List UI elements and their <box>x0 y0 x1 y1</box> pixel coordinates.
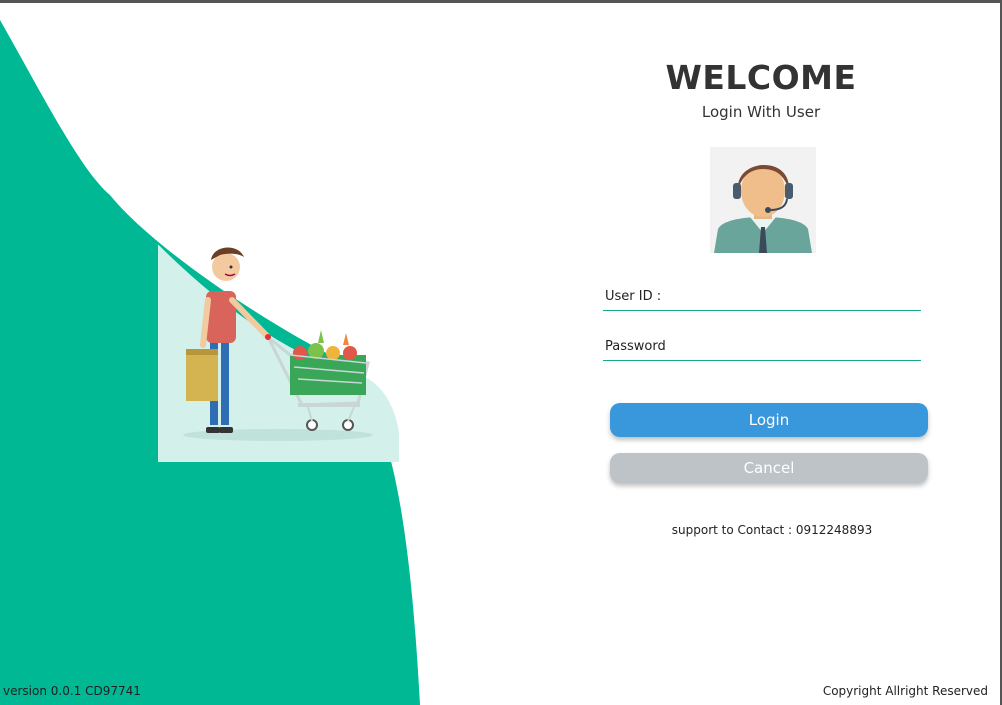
copyright-label: Copyright Allright Reserved <box>822 684 988 698</box>
cancel-button[interactable]: Cancel <box>610 453 928 483</box>
password-input[interactable] <box>673 338 921 360</box>
password-label: Password <box>605 339 666 354</box>
login-button[interactable]: Login <box>610 403 928 437</box>
shopper-illustration <box>158 245 399 462</box>
support-agent-avatar-icon <box>710 147 816 253</box>
support-contact: support to Contact : 0912248893 <box>671 523 873 537</box>
version-label: version 0.0.1 CD97741 <box>3 684 141 698</box>
user-id-input[interactable] <box>673 288 921 310</box>
user-id-field[interactable]: User ID : <box>603 288 921 311</box>
password-field[interactable]: Password <box>603 338 921 361</box>
welcome-title: WELCOME <box>665 58 857 97</box>
login-subtitle: Login With User <box>701 103 821 121</box>
user-id-label: User ID : <box>605 289 662 304</box>
